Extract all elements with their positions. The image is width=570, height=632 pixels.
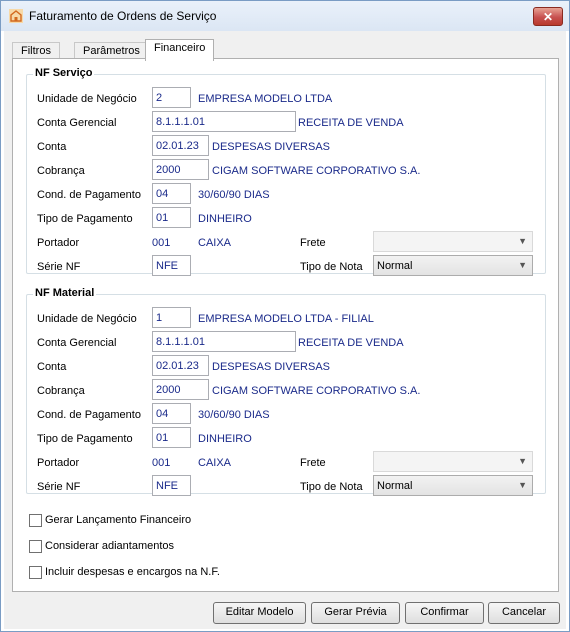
dialog-window: Faturamento de Ordens de Serviço ✕ Filtr… bbox=[0, 0, 570, 632]
app-icon bbox=[9, 9, 23, 23]
desc-portador: CAIXA bbox=[198, 457, 232, 469]
checkbox-label: Gerar Lançamento Financeiro bbox=[45, 514, 192, 526]
label-tipo-nota: Tipo de Nota bbox=[300, 481, 363, 493]
label-conta: Conta bbox=[37, 141, 67, 153]
checkbox-label: Incluir despesas e encargos na N.F. bbox=[45, 566, 220, 578]
label-tipo-pagamento: Tipo de Pagamento bbox=[37, 213, 133, 225]
label-frete: Frete bbox=[300, 457, 326, 469]
label-frete: Frete bbox=[300, 237, 326, 249]
desc-unidade-negocio: EMPRESA MODELO LTDA - FILIAL bbox=[198, 313, 374, 325]
desc-cobranca: CIGAM SOFTWARE CORPORATIVO S.A. bbox=[212, 385, 421, 397]
label-cond-pagamento: Cond. de Pagamento bbox=[37, 189, 141, 201]
confirmar-button[interactable]: Confirmar bbox=[405, 602, 484, 624]
close-button[interactable]: ✕ bbox=[533, 7, 563, 26]
cancelar-button[interactable]: Cancelar bbox=[488, 602, 560, 624]
group-nf-material: NF Material Unidade de Negócio 1 EMPRESA… bbox=[26, 287, 546, 496]
input-tipo-pagamento[interactable]: 01 bbox=[152, 427, 191, 448]
value-portador-code: 001 bbox=[152, 237, 171, 249]
input-serie-nf[interactable]: NFE bbox=[152, 475, 191, 496]
input-unidade-negocio[interactable]: 1 bbox=[152, 307, 191, 328]
label-portador: Portador bbox=[37, 457, 80, 469]
desc-tipo-pagamento: DINHEIRO bbox=[198, 433, 252, 445]
gerar-previa-button[interactable]: Gerar Prévia bbox=[311, 602, 400, 624]
input-conta[interactable]: 02.01.23 bbox=[152, 355, 209, 376]
tab-financeiro[interactable]: Financeiro bbox=[145, 39, 215, 61]
desc-cond-pagamento: 30/60/90 DIAS bbox=[198, 189, 270, 201]
label-serie-nf: Série NF bbox=[37, 261, 81, 273]
label-conta: Conta bbox=[37, 361, 67, 373]
editar-modelo-button[interactable]: Editar Modelo bbox=[213, 602, 306, 624]
close-icon: ✕ bbox=[542, 9, 554, 24]
label-unidade-negocio: Unidade de Negócio bbox=[37, 313, 137, 325]
select-tipo-nota[interactable]: Normal ▼ bbox=[373, 475, 533, 496]
input-unidade-negocio[interactable]: 2 bbox=[152, 87, 191, 108]
label-tipo-pagamento: Tipo de Pagamento bbox=[37, 433, 133, 445]
select-frete[interactable]: ▼ bbox=[373, 451, 533, 472]
label-portador: Portador bbox=[37, 237, 80, 249]
input-conta[interactable]: 02.01.23 bbox=[152, 135, 209, 156]
input-conta-gerencial[interactable]: 8.1.1.1.01 bbox=[152, 111, 296, 132]
label-conta-gerencial: Conta Gerencial bbox=[37, 117, 117, 129]
desc-portador: CAIXA bbox=[198, 237, 232, 249]
label-serie-nf: Série NF bbox=[37, 481, 81, 493]
title-bar[interactable]: Faturamento de Ordens de Serviço ✕ bbox=[1, 1, 569, 31]
tab-panel-financeiro: NF Serviço Unidade de Negócio 2 EMPRESA … bbox=[12, 58, 559, 592]
desc-conta: DESPESAS DIVERSAS bbox=[212, 141, 330, 153]
checkbox-gerar-lancamento[interactable] bbox=[29, 514, 42, 527]
desc-cond-pagamento: 30/60/90 DIAS bbox=[198, 409, 270, 421]
chevron-down-icon: ▼ bbox=[518, 480, 527, 490]
desc-conta: DESPESAS DIVERSAS bbox=[212, 361, 330, 373]
label-conta-gerencial: Conta Gerencial bbox=[37, 337, 117, 349]
chevron-down-icon: ▼ bbox=[518, 260, 527, 270]
input-serie-nf[interactable]: NFE bbox=[152, 255, 191, 276]
desc-conta-gerencial: RECEITA DE VENDA bbox=[298, 337, 404, 349]
checkbox-label: Considerar adiantamentos bbox=[45, 540, 175, 552]
value-portador-code: 001 bbox=[152, 457, 171, 469]
group-nf-servico: NF Serviço Unidade de Negócio 2 EMPRESA … bbox=[26, 67, 546, 276]
chevron-down-icon: ▼ bbox=[518, 456, 527, 466]
chevron-down-icon: ▼ bbox=[518, 236, 527, 246]
group-title-nf-material: NF Material bbox=[33, 287, 97, 299]
group-title-nf-servico: NF Serviço bbox=[33, 67, 95, 79]
input-cobranca[interactable]: 2000 bbox=[152, 159, 209, 180]
input-cond-pagamento[interactable]: 04 bbox=[152, 403, 191, 424]
desc-tipo-pagamento: DINHEIRO bbox=[198, 213, 252, 225]
dialog-client-area: Filtros Parâmetros Financeiro NF Serviço… bbox=[4, 31, 566, 629]
checkbox-incluir-despesas[interactable] bbox=[29, 566, 42, 579]
label-unidade-negocio: Unidade de Negócio bbox=[37, 93, 137, 105]
desc-cobranca: CIGAM SOFTWARE CORPORATIVO S.A. bbox=[212, 165, 421, 177]
input-cobranca[interactable]: 2000 bbox=[152, 379, 209, 400]
select-tipo-nota-value: Normal bbox=[377, 480, 413, 492]
label-tipo-nota: Tipo de Nota bbox=[300, 261, 363, 273]
input-conta-gerencial[interactable]: 8.1.1.1.01 bbox=[152, 331, 296, 352]
label-cond-pagamento: Cond. de Pagamento bbox=[37, 409, 141, 421]
checkbox-considerar-adiantamentos[interactable] bbox=[29, 540, 42, 553]
select-tipo-nota-value: Normal bbox=[377, 260, 413, 272]
desc-unidade-negocio: EMPRESA MODELO LTDA bbox=[198, 93, 333, 105]
label-cobranca: Cobrança bbox=[37, 165, 85, 177]
desc-conta-gerencial: RECEITA DE VENDA bbox=[298, 117, 404, 129]
input-cond-pagamento[interactable]: 04 bbox=[152, 183, 191, 204]
select-tipo-nota[interactable]: Normal ▼ bbox=[373, 255, 533, 276]
input-tipo-pagamento[interactable]: 01 bbox=[152, 207, 191, 228]
select-frete[interactable]: ▼ bbox=[373, 231, 533, 252]
label-cobranca: Cobrança bbox=[37, 385, 85, 397]
window-title: Faturamento de Ordens de Serviço bbox=[29, 9, 217, 23]
